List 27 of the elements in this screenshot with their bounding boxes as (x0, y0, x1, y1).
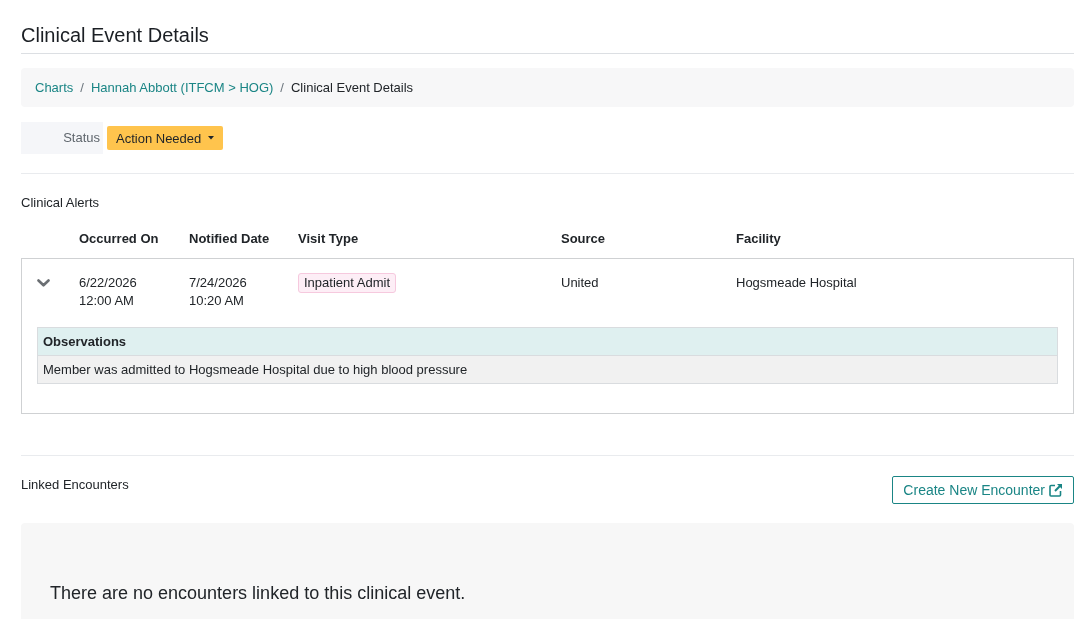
breadcrumb-separator: / (79, 80, 85, 95)
external-link-icon (1049, 483, 1063, 497)
page-title: Clinical Event Details (21, 23, 209, 47)
breadcrumb-separator: / (279, 80, 285, 95)
status-dropdown[interactable]: Action Needed (107, 126, 224, 150)
column-header: Source (561, 231, 606, 247)
visit-type-tag: Inpatient Admit (298, 273, 396, 293)
observations-header: Observations (38, 328, 1057, 356)
table-cell: 6/22/2026 12:00 AM (79, 274, 137, 310)
chevron-down-icon[interactable] (37, 279, 50, 287)
table-cell: Hogsmeade Hospital (736, 274, 857, 292)
section-title: Linked Encounters (21, 477, 129, 493)
create-encounter-button[interactable]: Create New Encounter (892, 476, 1074, 504)
column-header: Occurred On (79, 231, 159, 247)
status-label: Status (21, 122, 103, 154)
table-cell: 7/24/2026 10:20 AM (189, 274, 247, 310)
breadcrumb-link[interactable]: Hannah Abbott (ITFCM > HOG) (90, 80, 274, 95)
column-header: Notified Date (189, 231, 270, 247)
caret-down-icon (208, 136, 215, 140)
table-cell: United (561, 274, 599, 292)
column-header: Visit Type (298, 231, 359, 247)
section-title: Clinical Alerts (21, 195, 100, 211)
breadcrumb-current: Clinical Event Details (291, 80, 414, 95)
column-header: Facility (736, 231, 781, 247)
breadcrumb-link[interactable]: Charts (35, 80, 74, 95)
observations-text: Member was admitted to Hogsmeade Hospital due to high blood pressure (38, 356, 1057, 383)
empty-state-message: There are no encounters linked to this clinical event. (50, 583, 466, 604)
